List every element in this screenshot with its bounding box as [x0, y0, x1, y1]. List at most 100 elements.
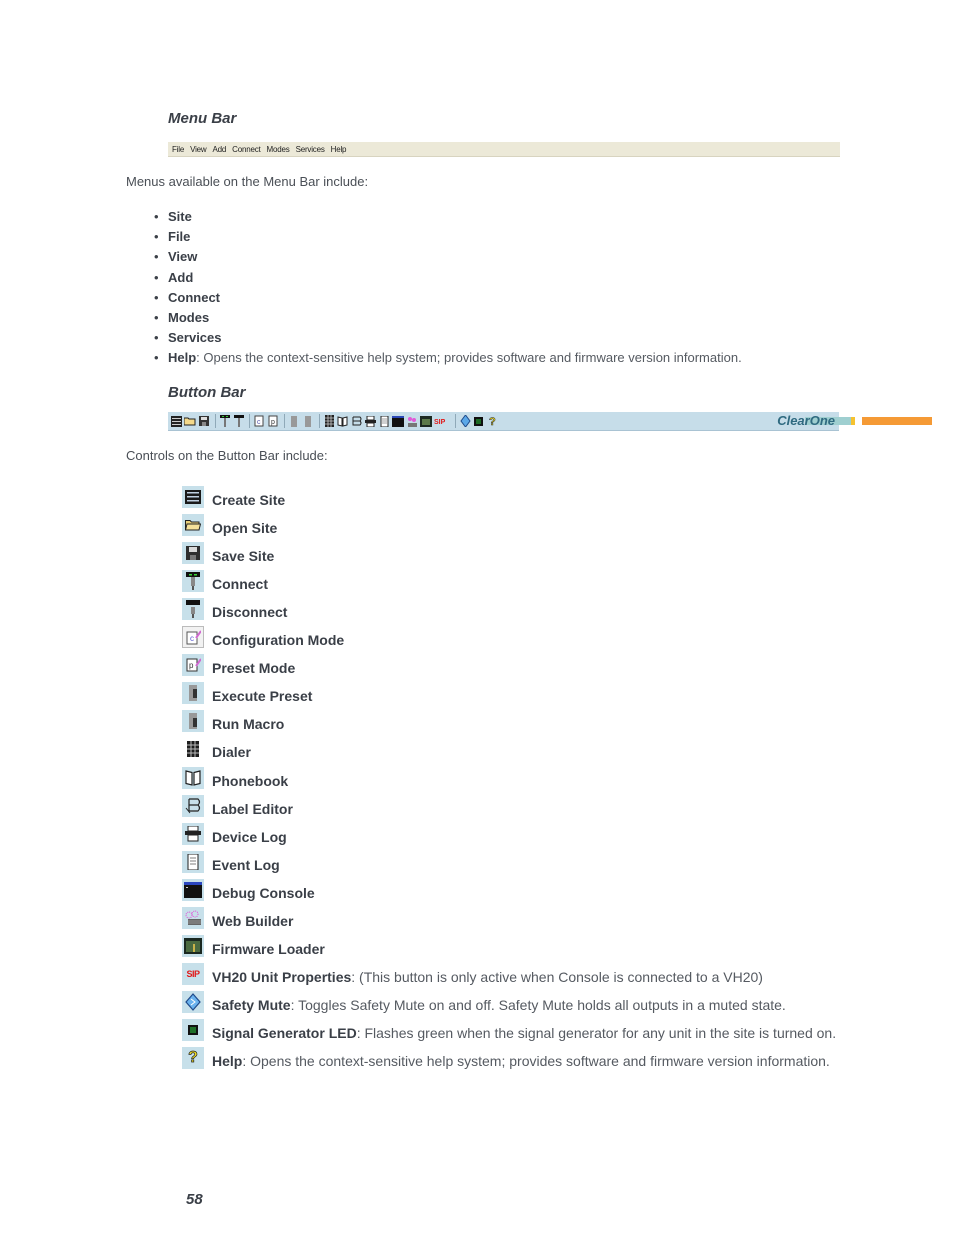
- disconnect-icon: [233, 415, 245, 427]
- label-editor-icon: [351, 415, 363, 427]
- list-item: p Preset Mode: [182, 650, 836, 678]
- dialer-icon: [182, 738, 204, 760]
- connect-icon: [182, 570, 204, 593]
- device-log-icon: [182, 822, 204, 845]
- control-name: Connect: [212, 576, 268, 593]
- control-name: Debug Console: [212, 884, 315, 901]
- menu-add: Add: [212, 144, 227, 154]
- save-site-icon: [182, 542, 204, 565]
- control-description: : Opens the context-sensitive help syste…: [242, 1052, 830, 1069]
- menu-name: Services: [168, 330, 222, 346]
- preset-mode-icon: p: [182, 654, 204, 677]
- save-site-icon: [198, 415, 210, 427]
- list-item: c Configuration Mode: [182, 622, 836, 650]
- sip-icon: SIP: [434, 415, 450, 427]
- control-name: Firmware Loader: [212, 940, 325, 957]
- menu-name: View: [168, 249, 198, 265]
- list-item: ? Help: Opens the context-sensitive help…: [182, 1043, 836, 1071]
- list-item: Disconnect: [182, 594, 836, 622]
- menu-name: Help: [168, 350, 197, 366]
- bullet: •: [154, 269, 159, 285]
- debug-console-icon: [182, 878, 204, 901]
- firmware-loader-icon: [420, 415, 433, 427]
- bullet: •: [154, 249, 159, 265]
- menu-name: Modes: [168, 309, 210, 325]
- configuration-mode-icon: c: [253, 415, 265, 427]
- control-name: Event Log: [212, 856, 280, 873]
- list-item: • Services: [154, 328, 742, 348]
- control-name: Phonebook: [212, 772, 289, 789]
- separator: [249, 414, 251, 428]
- list-item: Phonebook: [182, 762, 836, 790]
- list-item: Create Site: [182, 482, 836, 510]
- list-item: Signal Generator LED: Flashes green when…: [182, 1015, 836, 1043]
- list-item: Label Editor: [182, 791, 836, 819]
- menu-services: Services: [295, 144, 325, 154]
- list-item: SIP VH20 Unit Properties: (This button i…: [182, 959, 836, 987]
- help-icon: ?: [487, 415, 499, 427]
- control-name: Open Site: [212, 520, 278, 537]
- list-item: Execute Preset: [182, 678, 836, 706]
- menu-bar-heading: Menu Bar: [168, 110, 237, 127]
- control-description: : Flashes green when the signal generato…: [356, 1024, 837, 1041]
- list-item: Debug Console: [182, 875, 836, 903]
- list-item: Event Log: [182, 847, 836, 875]
- svg-text:c: c: [190, 634, 194, 643]
- menu-description: : Opens the context-sensitive help syste…: [196, 350, 742, 366]
- button-bar-screenshot: c p SIP ? ClearOne: [168, 412, 932, 431]
- control-name: Device Log: [212, 828, 287, 845]
- label-editor-icon: [182, 794, 204, 817]
- list-item: Dialer: [182, 734, 836, 762]
- open-site-icon: [182, 514, 204, 537]
- disconnect-icon: [182, 598, 204, 621]
- page-number: 58: [186, 1191, 203, 1208]
- create-site-icon: [182, 486, 204, 509]
- list-item: Connect: [182, 566, 836, 594]
- list-item: • Help: Opens the context-sensitive help …: [154, 348, 742, 368]
- menu-modes: Modes: [266, 144, 290, 154]
- menu-name: Add: [168, 269, 194, 285]
- help-icon: ?: [182, 1046, 204, 1069]
- list-item: Firmware Loader: [182, 931, 836, 959]
- svg-text:p: p: [271, 419, 275, 426]
- control-name: Configuration Mode: [212, 632, 345, 649]
- list-item: Open Site: [182, 510, 836, 538]
- list-item: Safety Mute: Toggles Safety Mute on and …: [182, 987, 836, 1015]
- control-name: Run Macro: [212, 716, 285, 733]
- device-log-icon: [365, 415, 377, 427]
- control-name: Execute Preset: [212, 688, 313, 705]
- phonebook-icon: [337, 415, 349, 427]
- menu-bar-screenshot: File View Add Connect Modes Services Hel…: [168, 142, 840, 157]
- connect-icon: [219, 415, 231, 427]
- create-site-icon: [170, 415, 182, 427]
- help-glyph: ?: [188, 1048, 198, 1067]
- run-macro-icon: [302, 415, 314, 427]
- list-item: • Connect: [154, 288, 742, 308]
- control-name: Help: [212, 1052, 243, 1069]
- status-bar-yellow: [851, 417, 855, 425]
- menu-file: File: [172, 144, 185, 154]
- web-builder-icon: [406, 415, 418, 427]
- safety-mute-icon: [182, 990, 204, 1013]
- bullet: •: [154, 330, 159, 346]
- event-log-icon: [379, 415, 391, 427]
- event-log-icon: [182, 850, 204, 873]
- bullet: •: [154, 350, 159, 366]
- controls-intro: Controls on the Button Bar include:: [126, 448, 328, 463]
- control-name: Disconnect: [212, 604, 288, 621]
- list-item: • Add: [154, 268, 742, 288]
- control-description: : Toggles Safety Mute on and off. Safety…: [290, 996, 786, 1013]
- dialer-icon: [323, 415, 335, 427]
- control-name: Dialer: [212, 744, 251, 761]
- controls-list: Create Site Open Site Save Site Connect …: [182, 482, 836, 1071]
- sip-icon: SIP: [182, 962, 204, 985]
- safety-mute-icon: [459, 415, 471, 427]
- status-bar-orange: [862, 417, 932, 425]
- bullet: •: [154, 309, 159, 325]
- bullet: •: [154, 209, 159, 224]
- list-item: Web Builder: [182, 903, 836, 931]
- control-name: Web Builder: [212, 912, 294, 929]
- configuration-mode-icon: c: [182, 626, 204, 649]
- svg-text:SIP: SIP: [434, 419, 446, 425]
- control-name: Preset Mode: [212, 660, 296, 677]
